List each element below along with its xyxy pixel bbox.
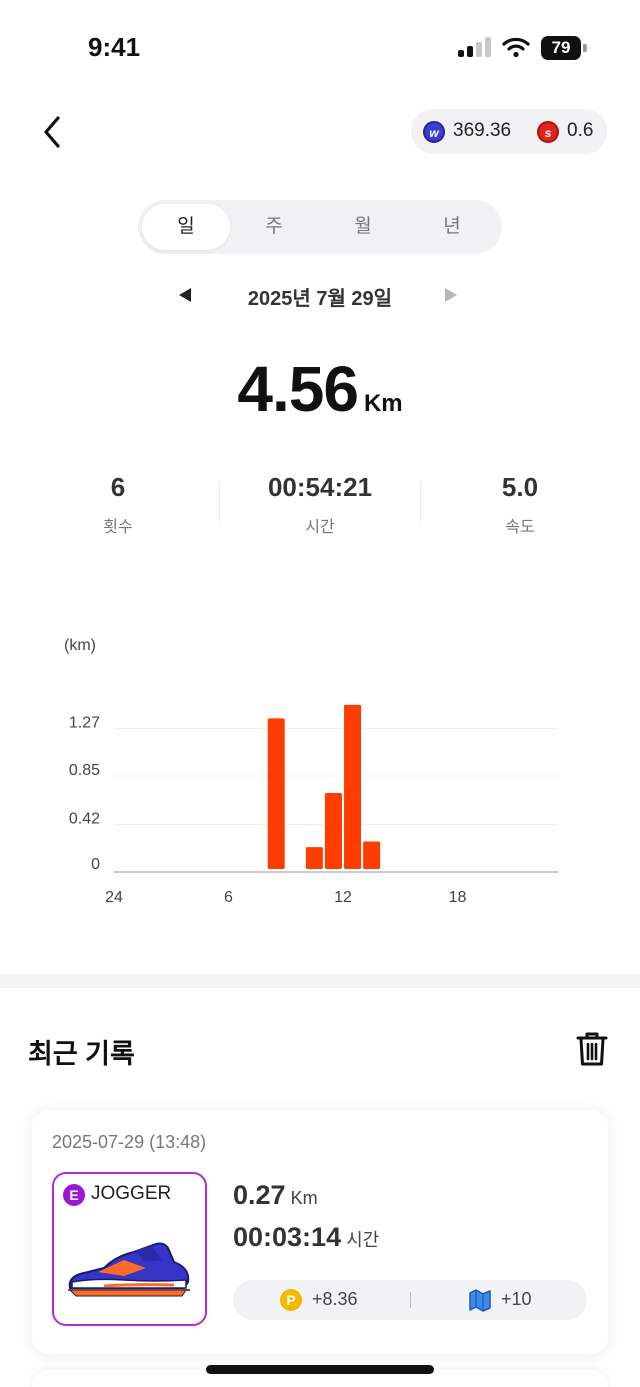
record-duration-unit: 시간 (346, 1230, 380, 1250)
date-navigator: 2025년 7월 29일 (0, 278, 640, 314)
chart-bar (363, 841, 381, 869)
record-datetime: 2025-07-29 (13:48) (52, 1132, 207, 1152)
grade-badge: E (63, 1184, 85, 1206)
reward-divider (410, 1292, 411, 1308)
wallet-balance[interactable]: w 369.36 s 0.6 (411, 109, 607, 154)
status-time: 9:41 (88, 32, 141, 62)
chart-bar (267, 718, 285, 869)
w-balance: 369.36 (453, 120, 512, 141)
distance-value: 4.56 (237, 353, 359, 425)
w-coin-icon: w (423, 121, 445, 143)
total-distance: 4.56 Km (0, 352, 640, 426)
y-tick-label: 0 (91, 856, 100, 873)
record-duration-value: 00:03:14 (233, 1222, 342, 1252)
status-bar: 9:41 79 (0, 0, 640, 96)
chart-bar (305, 847, 323, 869)
period-tabs: 일 주 월 년 (138, 200, 502, 254)
y-tick-label: 1.27 (69, 715, 100, 732)
record-rewards: P +8.36 +10 (233, 1280, 587, 1320)
time-label: 시간 (305, 519, 335, 536)
trash-icon[interactable] (574, 1030, 610, 1068)
x-tick-label: 18 (449, 889, 467, 906)
x-tick-label: 24 (105, 889, 123, 906)
record-card[interactable]: 2025-07-29 (13:48) E JOGGER 0.27 Km 00:03… (32, 1110, 608, 1354)
count-value: 6 (110, 472, 126, 502)
x-tick-label: 6 (224, 889, 233, 906)
stat-speed: 5.0 속도 (420, 472, 620, 537)
tab-month[interactable]: 월 (319, 204, 407, 250)
s-coin-icon: s (537, 121, 559, 143)
prev-date-icon[interactable] (179, 288, 191, 302)
chart-bar (324, 792, 342, 869)
speed-value: 5.0 (501, 472, 539, 502)
running-shoe-icon (68, 1242, 190, 1297)
battery-level: 79 (541, 36, 581, 60)
y-tick-label: 0.85 (69, 762, 100, 779)
shoe-card[interactable]: E JOGGER (52, 1172, 207, 1326)
signal-icon (458, 37, 492, 57)
record-distance-value: 0.27 (233, 1180, 286, 1210)
record-duration: 00:03:14 시간 (233, 1222, 379, 1253)
chart-bar (344, 704, 362, 869)
count-label: 횟수 (103, 519, 133, 536)
date-label: 2025년 7월 29일 (247, 288, 393, 310)
chart-svg: (km) 0 0.42 0.85 1.27 24 6 12 18 (64, 637, 558, 906)
wifi-icon (502, 37, 530, 58)
map-icon (469, 1289, 491, 1312)
speed-label: 속도 (505, 519, 535, 536)
hourly-distance-chart: (km) 0 0.42 0.85 1.27 24 6 12 18 (0, 620, 640, 920)
y-tick-label: 0.42 (69, 811, 100, 828)
x-tick-label: 12 (334, 889, 352, 906)
stat-time: 00:54:21 시간 (220, 472, 420, 537)
tab-day[interactable]: 일 (142, 204, 230, 250)
section-divider (0, 974, 640, 988)
tab-year[interactable]: 년 (408, 204, 496, 250)
recent-records-title: 최근 기록 (28, 1039, 135, 1069)
distance-unit: Km (363, 390, 403, 417)
record-distance-unit: Km (290, 1188, 318, 1208)
points-reward: +8.36 (312, 1289, 358, 1309)
summary-stats: 6 횟수 00:54:21 시간 5.0 속도 (0, 472, 640, 542)
battery-icon: 79 (541, 36, 587, 60)
map-reward: +10 (501, 1289, 532, 1309)
shoe-name: JOGGER (91, 1183, 172, 1204)
stat-count: 6 횟수 (18, 472, 218, 537)
record-distance: 0.27 Km (233, 1180, 318, 1211)
chevron-left-icon[interactable] (36, 112, 72, 152)
s-balance: 0.6 (567, 120, 594, 141)
next-date-icon[interactable] (445, 288, 457, 302)
y-axis-label: (km) (64, 637, 96, 654)
time-value: 00:54:21 (267, 472, 373, 502)
p-coin-icon: P (280, 1289, 302, 1311)
home-indicator (206, 1365, 434, 1374)
tab-week[interactable]: 주 (230, 204, 318, 250)
